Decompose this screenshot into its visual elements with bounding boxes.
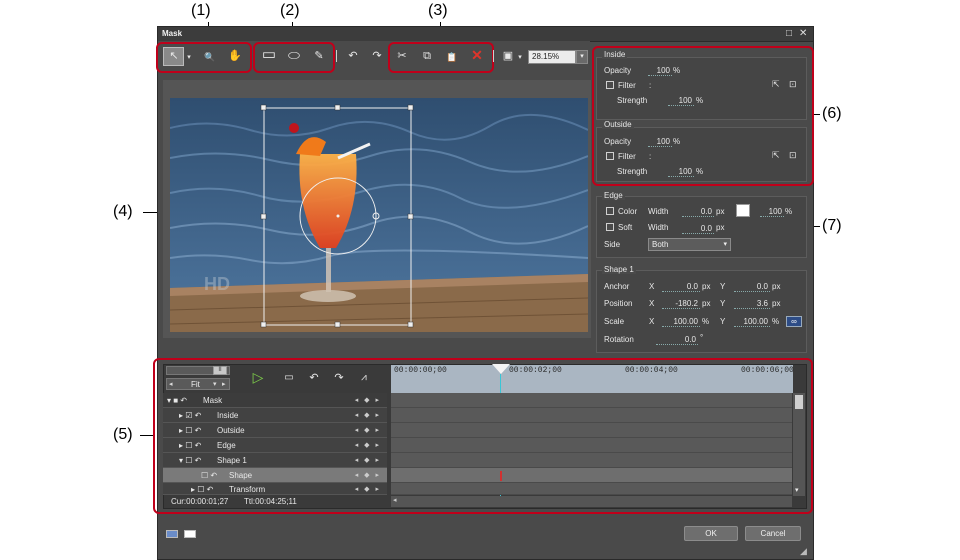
edge-side-value: Both	[652, 240, 669, 249]
ok-button[interactable]: OK	[684, 526, 738, 541]
separator	[336, 50, 337, 62]
callout-7: (7)	[822, 217, 842, 234]
edge-color-opacity-unit: %	[785, 207, 793, 216]
window-title: Mask	[162, 29, 183, 38]
scale-x-label: X	[649, 317, 655, 326]
rotation-value[interactable]: 0.0	[656, 335, 698, 345]
edge-color-label: Color	[618, 207, 638, 216]
layout-split-icon[interactable]	[166, 530, 178, 538]
anchor-x-label: X	[649, 282, 655, 291]
edge-color-opacity-value[interactable]: 100	[760, 207, 784, 217]
highlight-3	[388, 42, 494, 73]
edge-color-width-unit: px	[716, 207, 725, 216]
hd-watermark: HD	[204, 274, 230, 294]
position-x-value[interactable]: -180.2	[662, 299, 700, 309]
zoom-dropdown-icon[interactable]: ▾	[576, 50, 588, 64]
position-x-unit: px	[702, 299, 711, 308]
highlight-1	[156, 42, 252, 73]
callout-4: (4)	[113, 203, 133, 220]
shape-title: Shape 1	[602, 265, 636, 274]
edge-color-width-label: Width	[648, 207, 669, 216]
anchor-x-value[interactable]: 0.0	[662, 282, 700, 292]
title-bar: Mask □ ✕	[158, 27, 813, 42]
edge-soft-checkbox[interactable]	[606, 223, 614, 231]
anchor-y-unit: px	[772, 282, 781, 291]
view-mode-icon[interactable]: ▣	[500, 49, 516, 63]
resize-grip-icon[interactable]: ◢	[800, 546, 807, 557]
callout-5: (5)	[113, 426, 133, 443]
edge-soft-width-value[interactable]: 0.0	[682, 224, 714, 234]
anchor-y-value[interactable]: 0.0	[734, 282, 770, 292]
layout-single-icon[interactable]	[184, 530, 196, 538]
edge-soft-width-unit: px	[716, 223, 725, 232]
restore-button[interactable]: □	[786, 28, 792, 39]
edge-color-width-value[interactable]: 0.0	[682, 207, 714, 217]
anchor-label: Anchor	[604, 282, 630, 291]
highlight-2	[253, 42, 335, 73]
edge-soft-width-label: Width	[648, 223, 669, 232]
preview-canvas[interactable]: HD	[170, 98, 588, 332]
edge-color-swatch[interactable]	[736, 204, 750, 217]
scale-y-label: Y	[720, 317, 726, 326]
edge-color-checkbox[interactable]	[606, 207, 614, 215]
separator	[493, 50, 494, 62]
edge-title: Edge	[602, 191, 625, 200]
callout-2: (2)	[280, 2, 300, 19]
scale-y-value[interactable]: 100.00	[734, 317, 770, 327]
link-scale-icon[interactable]: ∞	[786, 316, 802, 327]
rotation-unit: °	[700, 333, 704, 342]
callout-1: (1)	[191, 2, 211, 19]
cancel-button[interactable]: Cancel	[745, 526, 801, 541]
undo-icon[interactable]: ↶	[345, 49, 361, 63]
scale-x-value[interactable]: 100.00	[662, 317, 700, 327]
scale-y-unit: %	[772, 317, 780, 326]
position-y-unit: px	[772, 299, 781, 308]
scale-label: Scale	[604, 317, 625, 326]
zoom-level-field[interactable]: 28.15%	[528, 50, 576, 64]
close-button[interactable]: ✕	[799, 28, 807, 39]
edge-soft-label: Soft	[618, 223, 633, 232]
edge-side-label: Side	[604, 240, 621, 249]
preview-image: HD	[170, 98, 588, 332]
callout-6: (6)	[822, 105, 842, 122]
chevron-down-icon: ▾	[723, 241, 727, 248]
position-x-label: X	[649, 299, 655, 308]
position-label: Position	[604, 299, 633, 308]
position-y-value[interactable]: 3.6	[734, 299, 770, 309]
edge-side-select[interactable]: Both ▾	[648, 238, 731, 251]
anchor-y-label: Y	[720, 282, 726, 291]
scale-x-unit: %	[702, 317, 710, 326]
highlight-6	[592, 46, 814, 186]
position-y-label: Y	[720, 299, 726, 308]
redo-icon[interactable]: ↷	[369, 49, 385, 63]
highlight-5	[153, 358, 813, 514]
callout-3: (3)	[428, 2, 448, 19]
view-dropdown-icon[interactable]: ▾	[516, 51, 524, 65]
rotation-label: Rotation	[604, 335, 634, 344]
anchor-x-unit: px	[702, 282, 711, 291]
